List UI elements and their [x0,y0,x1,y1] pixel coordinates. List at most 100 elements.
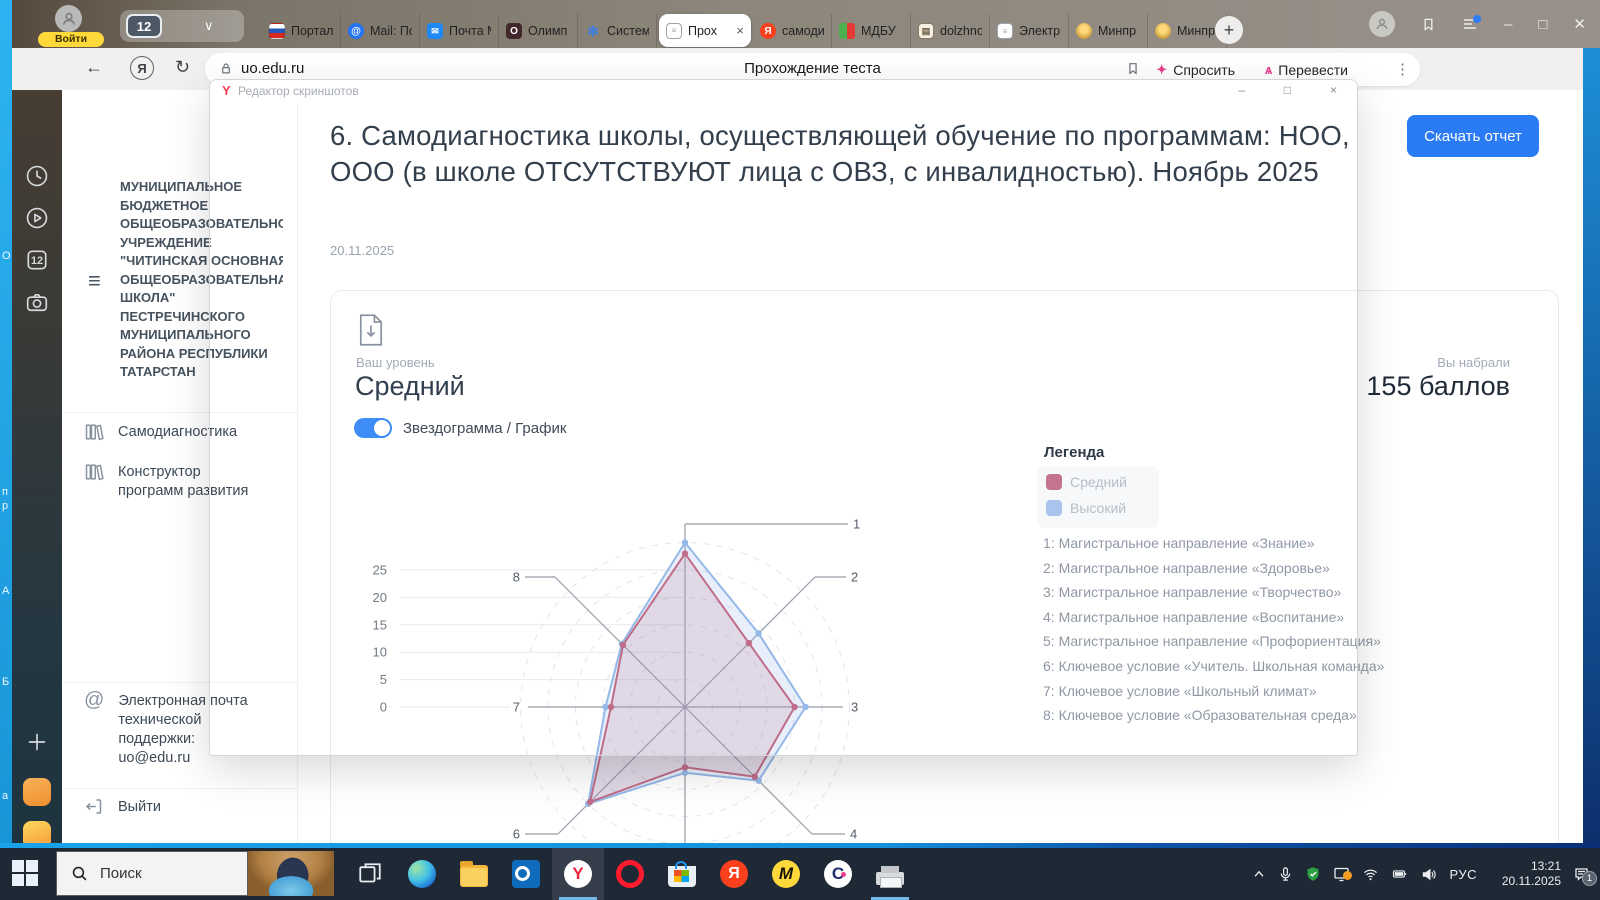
download-report-button[interactable]: Скачать отчет [1407,115,1539,157]
profile-avatar-icon[interactable] [55,5,82,32]
login-button[interactable]: Войти [38,32,104,47]
hamburger-menu-icon[interactable]: ≡ [88,268,101,294]
action-center-icon[interactable]: 1 [1573,866,1590,882]
browser-side-panel: 12⋯ [12,90,62,848]
tabbar-right-controls: – □ ✕ [1369,0,1586,48]
start-button[interactable] [12,860,40,888]
browser-tab-Систем[interactable]: ✻Систем [578,14,657,48]
window-minimize-button[interactable]: – [1504,16,1512,33]
taskbar-app-outlook[interactable] [500,848,552,900]
battery-tray-icon[interactable] [1391,867,1409,881]
taskbar-app-printer[interactable] [864,848,916,900]
divider [62,412,297,413]
history-clock-icon[interactable] [25,164,49,188]
browser-tab-Mail: По[interactable]: @Mail: По [341,14,420,48]
address-bar[interactable]: uo.edu.ru Прохождение теста ✦ Спросить ѧ… [205,53,1420,86]
language-indicator[interactable]: РУС [1449,867,1477,882]
bookmarks-panel-icon[interactable] [1421,17,1436,32]
browser-tab-Портал[interactable]: Портал [262,14,341,48]
more-options-icon[interactable]: ⋮ [1395,60,1410,78]
taskbar-app-task-view[interactable] [344,848,396,900]
browser-menu-icon[interactable] [1462,17,1478,31]
logout-icon [84,797,104,817]
svg-text:25: 25 [373,563,387,578]
level-value: Средний [355,371,465,402]
browser-tabbar: Войти 12 ∨ Портал @ Mail: По ✉Почта МООлимп… [12,0,1600,48]
logout-button[interactable]: Выйти [84,798,161,817]
legend-swatch [1046,500,1062,516]
desktop-icon-label-fragment: а [2,790,8,802]
export-document-icon[interactable] [357,313,385,347]
ask-ai-icon: ✦ [1156,62,1167,78]
taskbar-app-file-explorer[interactable] [448,848,500,900]
back-icon[interactable]: ← [85,57,103,78]
antivirus-shield-icon[interactable] [1305,866,1321,882]
browser-profile-icon[interactable] [1369,11,1395,37]
report-title: 6. Самодиагностика школы, осуществляющей… [330,118,1402,190]
sidebar-item-selfdiagnostics[interactable]: Самодиагностика [84,423,237,442]
tab-close-icon[interactable]: × [736,23,744,38]
taskbar-search[interactable]: Поиск [56,851,248,896]
taskbar-app-m-app[interactable]: M [760,848,812,900]
browser-tab-Минпр[interactable]: Минпр [1069,14,1148,48]
browser-tab-МДБУ[interactable]: МДБУ [832,14,911,48]
browser-tab-Олимп[interactable]: ООлимп [499,14,578,48]
window-maximize-button[interactable]: □ [1538,16,1547,33]
add-panel-icon[interactable] [25,730,49,754]
browser-tab-Прох[interactable]: ≡Прох× [659,14,751,47]
taskbar-app-edge[interactable] [396,848,448,900]
taskbar-app-ms-store[interactable] [656,848,708,900]
search-highlight-thumbnail[interactable] [248,851,334,896]
food-app-icon[interactable] [23,778,51,806]
calendar-icon[interactable]: 12 [25,248,49,272]
tab-label: Почта М [449,24,491,38]
mail-at-icon: @ [348,23,364,39]
new-tab-button[interactable]: + [1215,16,1243,44]
browser-tab-самоди[interactable]: Ясамоди [753,14,832,48]
books-icon [84,422,104,442]
axis-legend-item: 2: Магистральное направление «Здоровье» [1043,556,1384,581]
notification-dot [1343,871,1352,880]
tab-count-badge: 12 [126,14,162,38]
svg-text:20: 20 [373,590,387,605]
desktop-screen: ОпрАБа Войти 12 ∨ Портал@Mail: По✉Почта … [0,0,1600,900]
tray-chevron-up-icon[interactable] [1252,867,1266,881]
window-close-button[interactable]: ✕ [1573,15,1586,33]
taskbar-app-c-app[interactable]: C [812,848,864,900]
sidebar-item-program-constructor[interactable]: Конструктор программ развития [84,463,254,501]
display-settings-icon[interactable] [1333,866,1350,882]
search-icon [71,865,88,882]
organization-name-line: ТАТАРСТАН [120,363,283,382]
speaker-icon[interactable] [1421,867,1437,882]
taskbar-app-yandex-browser[interactable]: Y [552,848,604,900]
desktop-icon-label-fragment: О [2,250,11,262]
legend-series-Высокий[interactable]: Высокий [1046,500,1126,516]
refresh-icon[interactable]: ↻ [175,57,190,78]
ask-ai-button[interactable]: ✦ Спросить [1146,56,1245,83]
browser-tab-Почта М[interactable]: ✉Почта М [420,14,499,48]
wifi-icon[interactable] [1362,867,1379,882]
screenshot-camera-icon[interactable] [25,290,49,314]
tab-group-chip[interactable]: 12 ∨ [120,10,244,42]
chevron-down-icon[interactable]: ∨ [204,18,214,34]
browser-tab-dolzhno[interactable]: ▤dolzhno [911,14,990,48]
yandex-home-icon[interactable]: Я [130,56,154,80]
bookmark-flag-icon[interactable] [1126,61,1140,76]
translate-button[interactable]: ѧ Перевести [1255,56,1358,83]
support-email-block[interactable]: @ Электронная почта технической поддержк… [84,692,262,768]
browser-tab-Электр[interactable]: ≡Электр [990,14,1069,48]
axis-legend-item: 8: Ключевое условие «Образовательная сре… [1043,703,1384,728]
microphone-icon[interactable] [1278,866,1293,882]
radar-axis-label-3: 3 [851,700,858,715]
taskbar-apps: Y ЯMC [344,848,916,900]
tray-date: 20.11.2025 [1489,874,1561,889]
legend-series-Средний[interactable]: Средний [1046,474,1127,490]
video-play-icon[interactable] [25,206,49,230]
organization-name-line: БЮДЖЕТНОЕ [120,197,283,216]
clock[interactable]: 13:21 20.11.2025 [1489,859,1561,889]
level-label: Ваш уровень [356,355,435,370]
taskbar-app-opera[interactable] [604,848,656,900]
document-icon: ≡ [666,23,682,39]
tab-label: Mail: По [370,24,412,38]
taskbar-app-yandex[interactable]: Я [708,848,760,900]
